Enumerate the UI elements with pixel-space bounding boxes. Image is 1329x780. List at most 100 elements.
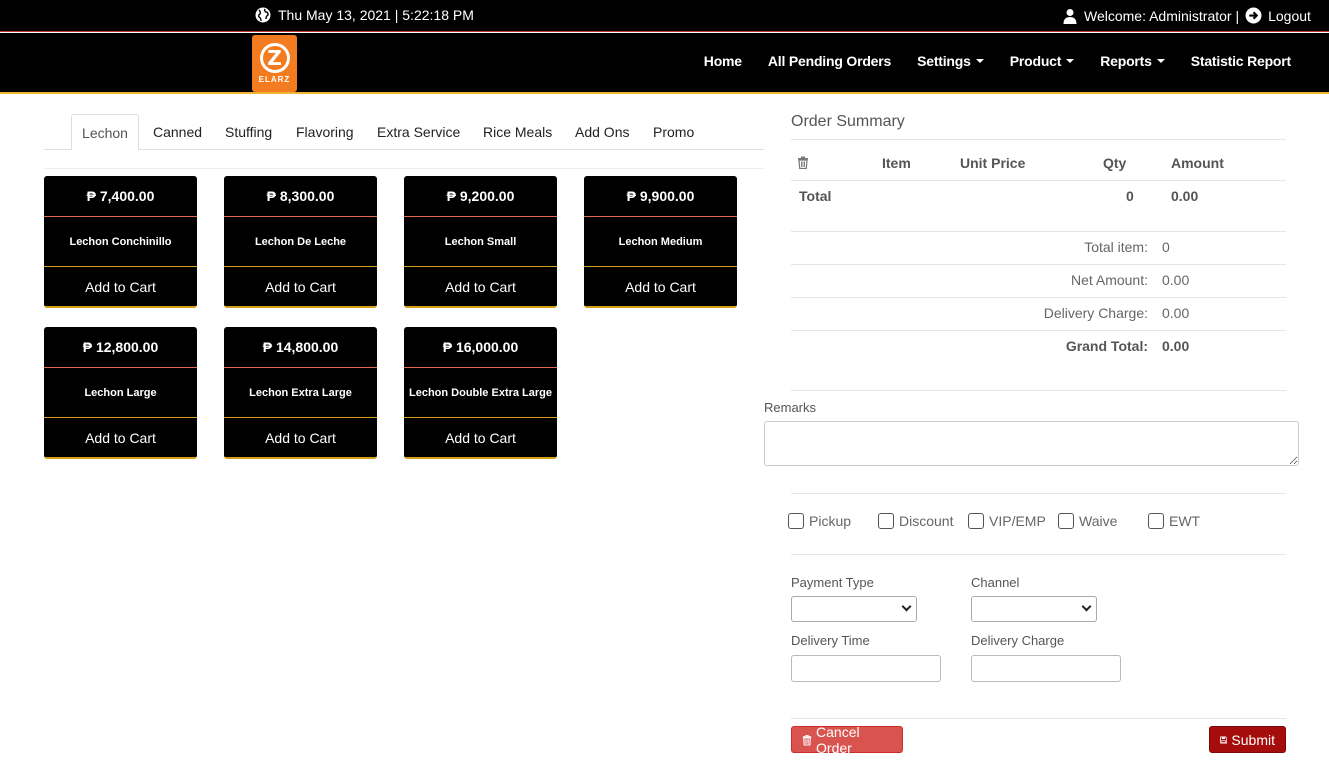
logo-text: ELARZ — [258, 75, 291, 84]
nav-menu: Home All Pending Orders Settings Product… — [704, 53, 1291, 69]
logout-link[interactable]: Logout — [1245, 7, 1311, 24]
checkbox-box[interactable] — [1148, 513, 1164, 529]
divider — [791, 180, 1286, 181]
add-to-cart-button[interactable]: Add to Cart — [584, 267, 737, 306]
net-amount-value: 0.00 — [1162, 272, 1190, 288]
delivery-time-label: Delivery Time — [791, 633, 870, 648]
total-item-value: 0 — [1162, 239, 1170, 255]
divider — [791, 297, 1286, 298]
delivery-charge-field-label: Delivery Charge — [971, 633, 1065, 648]
product-card: ₱ 16,000.00 Lechon Double Extra Large Ad… — [404, 327, 557, 459]
delivery-charge-input[interactable] — [971, 655, 1121, 682]
channel-label: Channel — [971, 575, 1020, 590]
datetime-display: Thu May 13, 2021 | 5:22:18 PM — [255, 7, 474, 23]
tab-stuffing[interactable]: Stuffing — [225, 114, 272, 150]
grand-total-value: 0.00 — [1162, 338, 1190, 354]
cancel-order-label: Cancel Order — [816, 723, 860, 756]
user-icon — [1063, 8, 1077, 24]
add-to-cart-button[interactable]: Add to Cart — [224, 418, 377, 457]
tab-lechon[interactable]: Lechon — [71, 114, 139, 150]
product-name: Lechon Medium — [584, 217, 737, 267]
checkbox-box[interactable] — [1058, 513, 1074, 529]
tab-extra-service[interactable]: Extra Service — [377, 114, 460, 150]
product-name: Lechon Conchinillo — [44, 217, 197, 267]
delivery-charge-value: 0.00 — [1162, 305, 1190, 321]
add-to-cart-button[interactable]: Add to Cart — [44, 267, 197, 306]
nav-statistic-report[interactable]: Statistic Report — [1191, 53, 1291, 69]
tab-flavoring[interactable]: Flavoring — [296, 114, 354, 150]
vip-emp-checkbox[interactable]: VIP/EMP — [968, 513, 1046, 529]
divider — [791, 493, 1286, 494]
checkbox-label: EWT — [1169, 513, 1201, 529]
payment-type-select[interactable] — [791, 596, 917, 622]
delivery-time-input[interactable] — [791, 655, 941, 682]
top-bar: Thu May 13, 2021 | 5:22:18 PM Welcome: A… — [0, 0, 1329, 32]
product-price: ₱ 8,300.00 — [224, 176, 377, 217]
nav-reports[interactable]: Reports — [1100, 53, 1165, 69]
col-header-amount: Amount — [1171, 155, 1224, 171]
pickup-checkbox[interactable]: Pickup — [788, 513, 851, 529]
logo-mark: Z — [259, 43, 290, 73]
trash-icon — [802, 734, 812, 746]
discount-checkbox[interactable]: Discount — [878, 513, 953, 529]
checkbox-label: VIP/EMP — [989, 513, 1046, 529]
ewt-checkbox[interactable]: EWT — [1148, 513, 1200, 529]
add-to-cart-button[interactable]: Add to Cart — [224, 267, 377, 306]
trash-icon[interactable] — [797, 156, 809, 169]
order-summary-title: Order Summary — [791, 113, 905, 130]
checkbox-box[interactable] — [788, 513, 804, 529]
submit-label: Submit — [1231, 731, 1275, 748]
nav-settings[interactable]: Settings — [917, 53, 984, 69]
tab-rice-meals[interactable]: Rice Meals — [483, 114, 552, 150]
total-row-label: Total — [799, 188, 832, 204]
nav-settings-label: Settings — [917, 53, 971, 69]
col-header-item: Item — [882, 155, 911, 171]
add-to-cart-button[interactable]: Add to Cart — [404, 267, 557, 306]
nav-reports-label: Reports — [1100, 53, 1152, 69]
brand-logo[interactable]: Z ELARZ — [252, 35, 297, 92]
chevron-down-icon — [1081, 601, 1092, 612]
nav-product-label: Product — [1009, 53, 1062, 69]
cancel-order-button[interactable]: Cancel Order — [791, 723, 903, 756]
tab-canned[interactable]: Canned — [153, 114, 202, 150]
product-card: ₱ 9,200.00 Lechon Small Add to Cart — [404, 176, 557, 308]
tab-add-ons[interactable]: Add Ons — [575, 114, 629, 150]
checkbox-box[interactable] — [878, 513, 894, 529]
divider — [791, 264, 1286, 265]
waive-checkbox[interactable]: Waive — [1058, 513, 1117, 529]
product-price: ₱ 9,900.00 — [584, 176, 737, 217]
divider — [791, 390, 1286, 391]
nav-pending-orders[interactable]: All Pending Orders — [768, 53, 891, 69]
chevron-down-icon — [901, 601, 912, 612]
caret-down-icon — [1066, 59, 1075, 63]
grand-total-label: Grand Total: — [1065, 338, 1148, 354]
nav-home[interactable]: Home — [704, 53, 742, 69]
add-to-cart-button[interactable]: Add to Cart — [44, 418, 197, 457]
product-card: ₱ 7,400.00 Lechon Conchinillo Add to Car… — [44, 176, 197, 308]
divider — [791, 139, 1286, 140]
channel-select[interactable] — [971, 596, 1097, 622]
category-tabs: Lechon Canned Stuffing Flavoring Extra S… — [44, 114, 764, 150]
divider — [791, 554, 1286, 555]
add-to-cart-button[interactable]: Add to Cart — [404, 418, 557, 457]
nav-product[interactable]: Product — [1010, 53, 1075, 69]
product-price: ₱ 9,200.00 — [404, 176, 557, 217]
checkbox-box[interactable] — [968, 513, 984, 529]
submit-button[interactable]: Submit — [1209, 726, 1286, 753]
product-price: ₱ 12,800.00 — [44, 327, 197, 368]
product-card: ₱ 12,800.00 Lechon Large Add to Cart — [44, 327, 197, 459]
tab-divider — [44, 168, 764, 169]
remarks-textarea[interactable] — [764, 421, 1299, 466]
product-name: Lechon De Leche — [224, 217, 377, 267]
tab-promo[interactable]: Promo — [653, 114, 694, 150]
globe-icon — [255, 7, 271, 23]
main-navbar: Z ELARZ Home All Pending Orders Settings… — [0, 33, 1329, 94]
checkbox-label: Discount — [899, 513, 954, 529]
datetime-text: Thu May 13, 2021 | 5:22:18 PM — [278, 7, 474, 23]
total-row-qty: 0 — [1126, 188, 1134, 204]
product-price: ₱ 7,400.00 — [44, 176, 197, 217]
col-header-unit-price: Unit Price — [960, 155, 1026, 171]
product-name: Lechon Extra Large — [224, 368, 377, 418]
col-header-qty: Qty — [1103, 155, 1127, 171]
arrow-circle-right-icon — [1245, 7, 1262, 24]
